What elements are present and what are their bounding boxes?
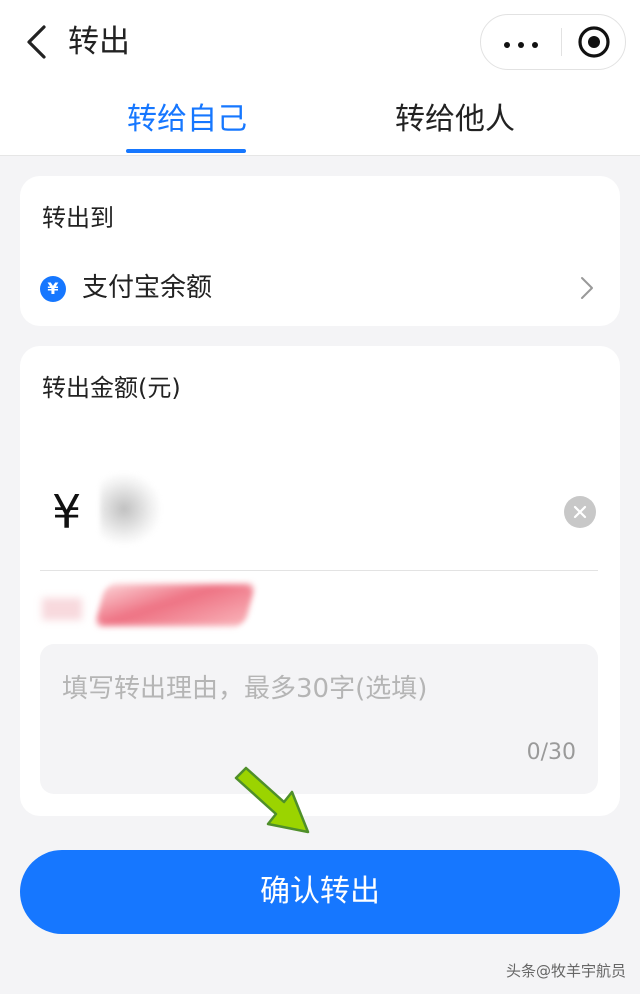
destination-selector[interactable]: ¥ 支付宝余额 — [20, 266, 620, 312]
chevron-left-icon — [27, 25, 46, 59]
amount-card: 转出金额(元) ¥ 填写转出理由，最多30字(选填) 0/30 — [20, 346, 620, 816]
target-icon — [577, 26, 610, 58]
currency-symbol: ¥ — [52, 485, 82, 539]
destination-label: 转出到 — [42, 204, 114, 232]
redacted-hint-part — [42, 598, 82, 620]
top-bar: 转出 转给自己 转给他人 — [0, 0, 640, 156]
close-mini-program-button[interactable] — [562, 15, 625, 69]
active-tab-indicator — [126, 149, 246, 153]
redacted-hint — [94, 584, 256, 626]
amount-input[interactable] — [98, 482, 538, 542]
chevron-right-icon — [581, 277, 593, 299]
watermark: 头条@牧羊宇航员 — [505, 962, 626, 980]
reason-char-count: 0/30 — [526, 740, 576, 765]
page-title: 转出 — [68, 24, 130, 60]
destination-card: 转出到 ¥ 支付宝余额 — [20, 176, 620, 326]
yuan-circle-icon: ¥ — [40, 276, 66, 302]
clear-amount-button[interactable] — [564, 496, 596, 528]
destination-account-name: 支付宝余额 — [82, 273, 213, 303]
tab-transfer-to-others[interactable]: 转给他人 — [392, 98, 518, 142]
mini-program-capsule — [480, 14, 626, 70]
more-dots-icon — [500, 33, 542, 52]
confirm-transfer-button[interactable]: 确认转出 — [20, 850, 620, 934]
amount-divider — [40, 570, 598, 571]
pointing-arrow-icon — [234, 766, 310, 834]
tab-transfer-to-self[interactable]: 转给自己 — [124, 98, 250, 142]
amount-label: 转出金额(元) — [42, 374, 181, 402]
redacted-amount — [100, 474, 160, 544]
more-button[interactable] — [481, 15, 561, 69]
back-button[interactable] — [18, 22, 54, 62]
close-icon — [573, 505, 587, 519]
reason-placeholder: 填写转出理由，最多30字(选填) — [62, 674, 428, 704]
